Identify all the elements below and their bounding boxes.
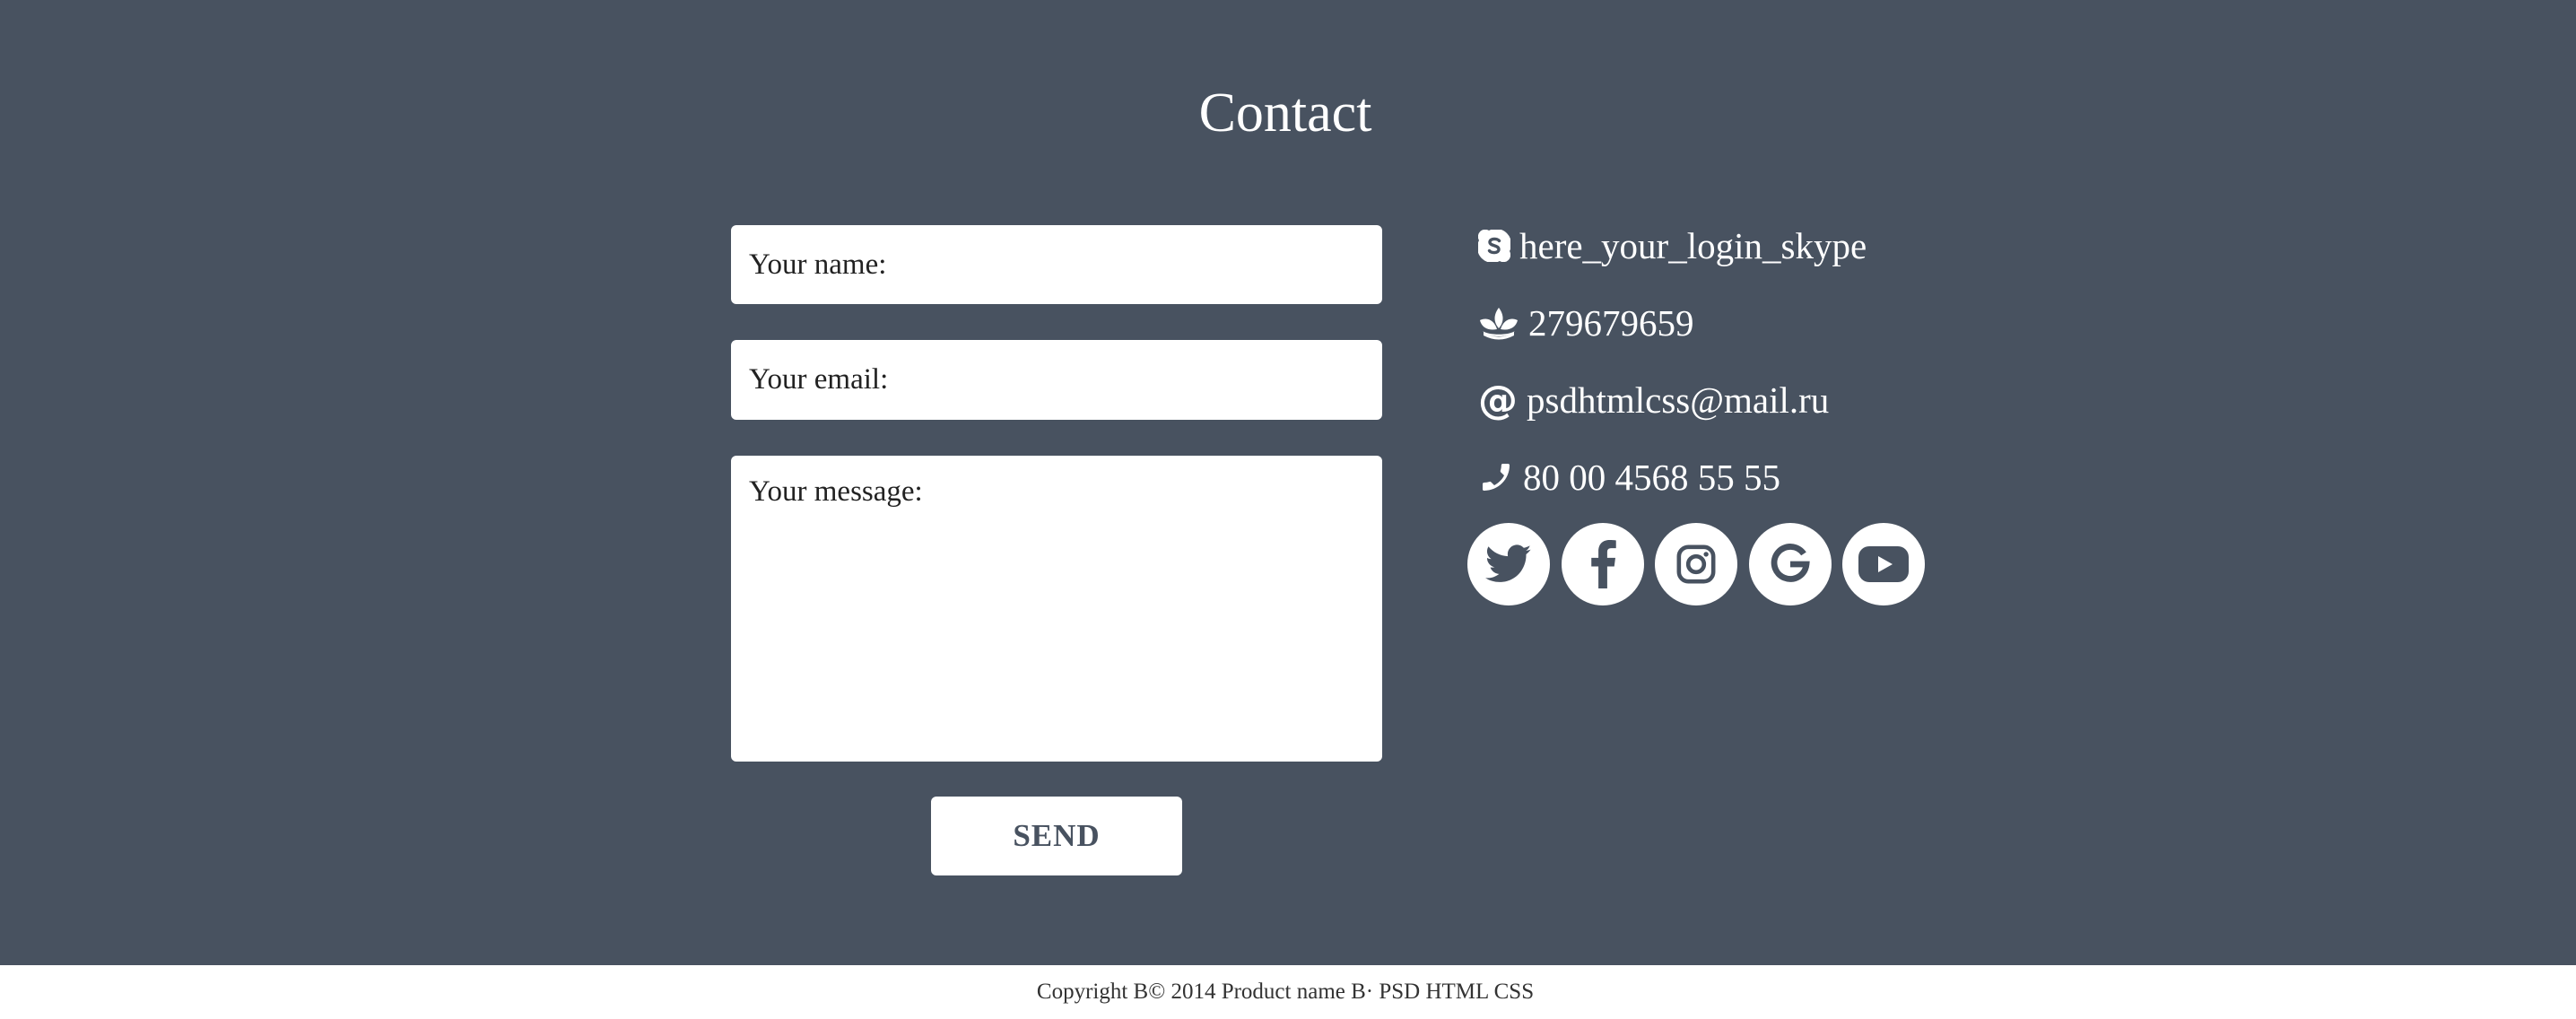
icq-info: 279679659 xyxy=(1478,296,1694,350)
google-button[interactable] xyxy=(1749,523,1832,605)
youtube-button[interactable] xyxy=(1842,523,1925,605)
youtube-icon xyxy=(1858,546,1909,582)
name-field[interactable] xyxy=(731,225,1382,304)
phone-info: 80 00 4568 55 55 xyxy=(1478,450,1780,504)
footer: Copyright B© 2014 Product name B· PSD HT… xyxy=(0,965,2571,1014)
phone-number: 80 00 4568 55 55 xyxy=(1523,457,1780,498)
twitter-icon xyxy=(1485,544,1532,582)
message-field[interactable] xyxy=(731,456,1382,762)
page-title: Contact xyxy=(1198,83,1372,144)
skype-info: here_your_login_skype xyxy=(1478,219,1867,273)
skype-login: here_your_login_skype xyxy=(1519,225,1867,266)
facebook-icon xyxy=(1591,540,1616,588)
copyright-text: Copyright B© 2014 Product name B· PSD HT… xyxy=(1036,980,1535,1004)
facebook-button[interactable] xyxy=(1562,523,1644,605)
email-field[interactable] xyxy=(731,340,1382,420)
instagram-button[interactable] xyxy=(1655,523,1737,605)
phone-icon xyxy=(1478,459,1514,495)
send-button[interactable]: SEND xyxy=(931,797,1182,875)
contact-section: Contact SEND here_your_login_skype 27967… xyxy=(0,0,2576,965)
email-info: @ psdhtmlcss@mail.ru xyxy=(1478,373,1829,427)
icq-number: 279679659 xyxy=(1528,302,1694,344)
instagram-icon xyxy=(1676,544,1716,584)
at-icon: @ xyxy=(1478,377,1518,423)
icq-flower-icon xyxy=(1478,306,1519,340)
twitter-button[interactable] xyxy=(1467,523,1550,605)
email-address: psdhtmlcss@mail.ru xyxy=(1527,379,1830,421)
google-icon xyxy=(1771,544,1810,582)
skype-icon xyxy=(1478,230,1510,262)
